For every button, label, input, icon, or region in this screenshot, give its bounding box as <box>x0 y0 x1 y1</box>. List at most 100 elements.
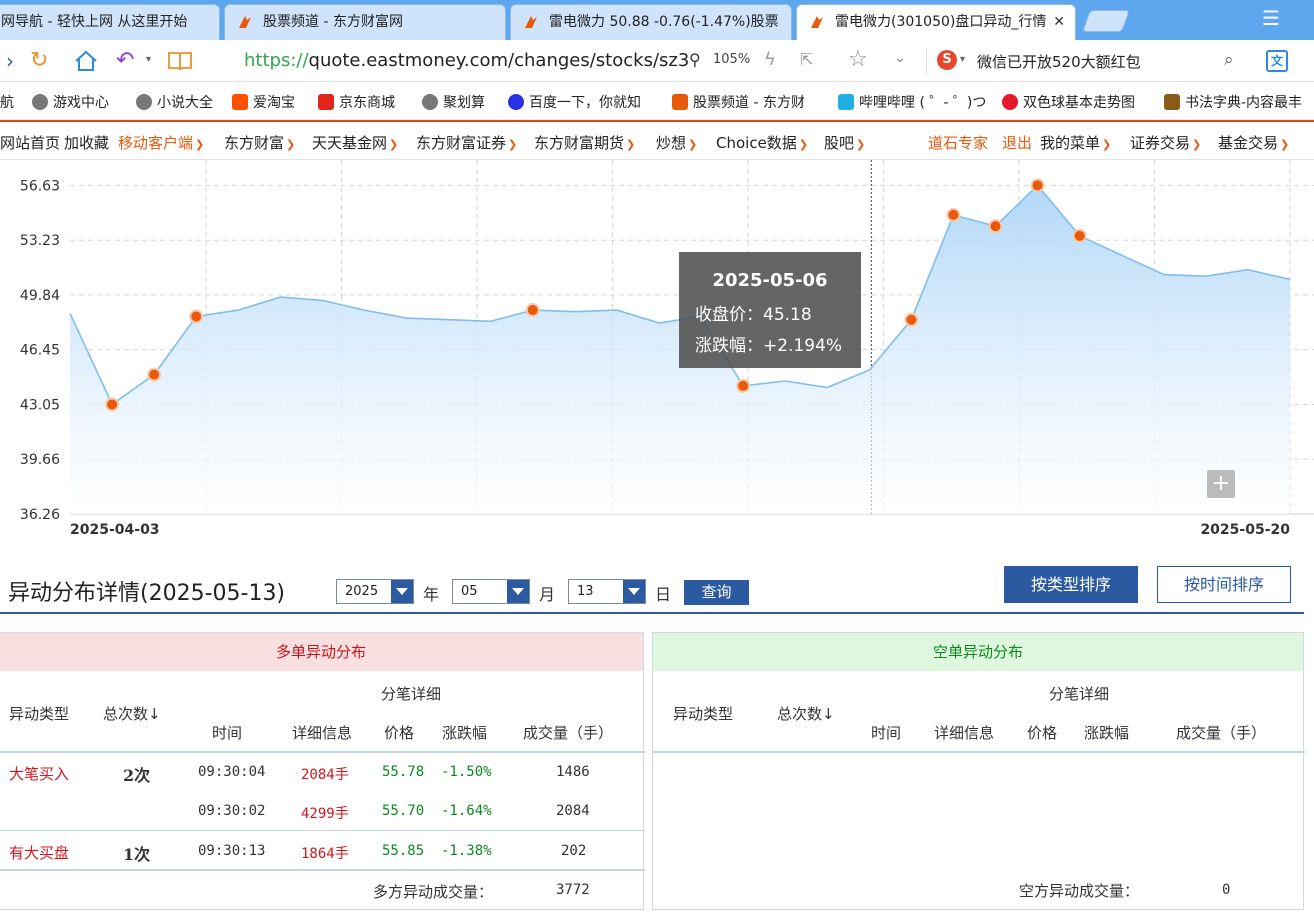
nav-choice[interactable]: Choice数据 ❯ <box>716 132 808 153</box>
bookmark-label: 双色球基本走势图 <box>1023 95 1135 111</box>
bookmark-item[interactable]: 游戏中心 <box>32 92 109 112</box>
zoom-level[interactable]: 105% <box>713 52 750 67</box>
tab-market-changes[interactable]: 雷电微力(301050)盘口异动_行情 ✕ <box>796 4 1076 40</box>
tab-stock-channel[interactable]: 股票频道 - 东方财富网 <box>224 4 506 40</box>
y-tick-label: 49.84 <box>20 288 60 304</box>
bookmark-item[interactable]: 爱淘宝 <box>232 92 295 112</box>
col-count[interactable]: 总次数↓ <box>777 703 835 724</box>
bookmark-label: 聚划算 <box>443 95 485 111</box>
undo-icon[interactable]: ↶ <box>116 48 134 74</box>
change-marker <box>946 207 961 222</box>
bookmark-item[interactable]: 股票频道 - 东方财 <box>672 92 805 112</box>
nav-fund-trading[interactable]: 基金交易 ❯ <box>1218 132 1289 153</box>
row-info: 2084手 <box>301 767 349 783</box>
menu-icon[interactable]: ☰ <box>1262 6 1280 30</box>
col-type: 异动类型 <box>9 705 70 723</box>
month-value: 05 <box>461 584 478 599</box>
query-button[interactable]: 查询 <box>684 580 749 605</box>
nav-label: 东方财富期货 <box>534 134 625 152</box>
bookmark-item[interactable]: 书法字典-内容最丰 <box>1164 92 1302 112</box>
y-tick-label: 43.05 <box>20 397 60 413</box>
row-volume: 202 <box>561 843 587 859</box>
tooltip-close-label: 收盘价： <box>695 305 763 325</box>
refresh-icon[interactable]: ↻ <box>30 48 48 74</box>
zoom-icon[interactable]: ⚲ <box>689 50 701 69</box>
tooltip-change-label: 涨跌幅： <box>695 336 763 356</box>
nav-logout[interactable]: 退出 <box>1002 132 1032 153</box>
day-select[interactable]: 13 <box>568 579 646 604</box>
tab-label: 雷电微力(301050)盘口异动_行情 <box>835 14 1047 30</box>
dropdown-chevron-icon[interactable]: ⌄ <box>894 50 906 66</box>
bookmark-item[interactable]: 航 <box>0 92 14 112</box>
tab-stock-quote[interactable]: 雷电微力 50.88 -0.76(-1.47%)股票 <box>510 4 792 40</box>
dropdown-arrow-icon <box>623 580 645 603</box>
bookmark-item[interactable]: 小说大全 <box>136 92 213 112</box>
calligraphy-icon <box>1164 94 1180 110</box>
header-divider <box>0 751 645 753</box>
nav-label: 天天基金网 <box>312 134 388 152</box>
lightning-icon[interactable]: ϟ <box>764 49 776 70</box>
search-icon[interactable]: ⌕ <box>1224 50 1234 70</box>
sort-by-time-button[interactable]: 按时间排序 <box>1157 566 1291 603</box>
dropdown-arrow-icon <box>391 580 413 603</box>
star-icon[interactable]: ☆ <box>848 47 868 72</box>
nav-fund[interactable]: 天天基金网 ❯ <box>312 132 398 153</box>
sort-by-type-button[interactable]: 按类型排序 <box>1004 566 1138 603</box>
nav-home[interactable]: 网站首页 <box>0 132 60 153</box>
nav-futures[interactable]: 东方财富期货 ❯ <box>534 132 635 153</box>
nav-label: 东方财富证券 <box>416 134 507 152</box>
eastmoney-logo-icon <box>811 16 823 28</box>
nav-bookmark[interactable]: 加收藏 <box>64 132 109 153</box>
bookmark-item[interactable]: 哔哩哔哩 ( ゜- ゜)つ <box>838 92 986 112</box>
tab-label: 雷电微力 50.88 -0.76(-1.47%)股票 <box>549 14 779 30</box>
eastmoney-logo-icon <box>672 94 688 110</box>
search-engine-dropdown-icon[interactable]: ▾ <box>960 54 965 65</box>
month-select[interactable]: 05 <box>452 579 530 604</box>
url-field[interactable]: https://quote.eastmoney.com/changes/stoc… <box>244 49 689 73</box>
nav-trading[interactable]: 证券交易 ❯ <box>1130 132 1201 153</box>
row-divider <box>0 869 645 871</box>
close-tab-icon[interactable]: ✕ <box>1053 5 1065 39</box>
share-icon[interactable]: ⇱ <box>800 50 813 69</box>
undo-dropdown-icon[interactable]: ▾ <box>146 54 151 65</box>
nav-chaoxiang[interactable]: 炒想 ❯ <box>656 132 697 153</box>
header-divider <box>653 751 1305 753</box>
reading-mode-icon[interactable] <box>167 50 193 72</box>
nav-securities[interactable]: 东方财富证券 ❯ <box>416 132 517 153</box>
y-tick-label: 39.66 <box>20 452 60 468</box>
forward-icon[interactable]: › <box>6 48 14 74</box>
zoom-in-button[interactable]: + <box>1207 470 1235 498</box>
col-change: 涨跌幅 <box>442 724 488 742</box>
chevron-down-icon: ❯ <box>1102 138 1112 151</box>
sogou-search-icon[interactable]: S <box>937 50 957 70</box>
year-select[interactable]: 2025 <box>336 579 414 604</box>
chevron-down-icon: ❯ <box>389 138 399 151</box>
long-changes-panel: 多单异动分布 异动类型 总次数↓ 分笔详细 时间 详细信息 价格 涨跌幅 成交量… <box>0 632 645 910</box>
price-area-chart[interactable]: 56.63 53.23 49.84 46.45 43.05 39.66 36.26 2025-… <box>0 160 1314 550</box>
search-input[interactable]: 微信已开放520大额红包 <box>977 51 1141 72</box>
chevron-down-icon: ❯ <box>798 138 809 151</box>
col-count[interactable]: 总次数↓ <box>103 703 161 724</box>
row-type: 有大买盘 <box>9 844 70 862</box>
nav-my-menu[interactable]: 我的菜单 ❯ <box>1040 132 1111 153</box>
bookmark-item[interactable]: 百度一下，你就知 <box>508 92 641 112</box>
nav-label: 基金交易 <box>1218 134 1279 152</box>
tab-nav-home[interactable]: 网导航 - 轻快上网 从这里开始 <box>0 4 220 40</box>
home-icon[interactable] <box>73 49 99 73</box>
nav-guba[interactable]: 股吧 ❯ <box>824 132 865 153</box>
tab-bar: 网导航 - 轻快上网 从这里开始 股票频道 - 东方财富网 雷电微力 50.88… <box>0 0 1314 40</box>
translate-icon[interactable]: 文 <box>1266 50 1288 72</box>
bookmark-item[interactable]: 双色球基本走势图 <box>1002 92 1135 112</box>
col-detail: 分笔详细 <box>1049 685 1110 703</box>
nav-user-name[interactable]: 道石专家 <box>928 132 988 153</box>
bookmark-item[interactable]: 聚划算 <box>422 92 485 112</box>
bookmark-item[interactable]: 京东商城 <box>318 92 395 112</box>
row-info: 1864手 <box>301 846 349 862</box>
url-scheme: https:// <box>244 50 309 71</box>
new-tab-button[interactable] <box>1081 10 1131 32</box>
nav-eastmoney[interactable]: 东方财富 ❯ <box>224 132 295 153</box>
bookmark-label: 股票频道 - 东方财 <box>693 95 805 111</box>
nav-mobile-client[interactable]: 移动客户端 ❯ <box>118 132 204 153</box>
change-marker <box>189 309 204 324</box>
row-time: 09:30:13 <box>198 843 266 859</box>
